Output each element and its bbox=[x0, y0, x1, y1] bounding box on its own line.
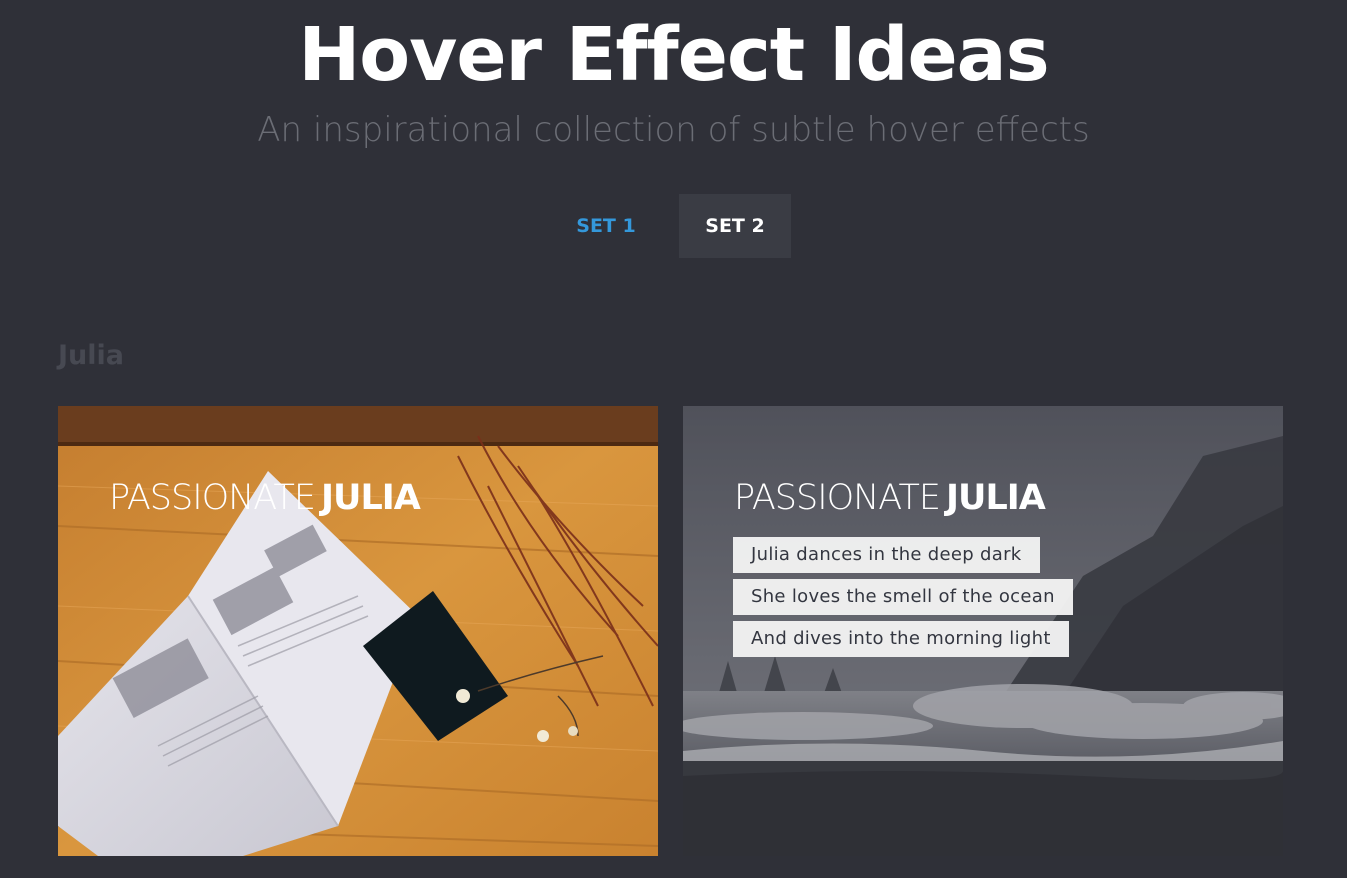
grid-item-julia-1[interactable]: PASSIONATE JULIA bbox=[58, 406, 658, 856]
page-subtitle: An inspirational collection of subtle ho… bbox=[257, 110, 1090, 150]
section-label: Julia bbox=[58, 340, 124, 371]
title-thin: PASSIONATE bbox=[109, 478, 316, 518]
title-bold: JULIA bbox=[946, 478, 1046, 518]
set-nav: SET 1 SET 2 bbox=[0, 194, 1347, 258]
caption-lines: Julia dances in the deep dark She loves … bbox=[733, 537, 1073, 663]
grid-item-title: PASSIONATE JULIA bbox=[734, 476, 1046, 520]
title-thin: PASSIONATE bbox=[734, 478, 941, 518]
set-2-link-current[interactable]: SET 2 bbox=[679, 194, 791, 258]
book-table-image bbox=[58, 406, 658, 856]
caption-line-1: Julia dances in the deep dark bbox=[733, 537, 1040, 573]
page: Hover Effect Ideas An inspirational coll… bbox=[0, 0, 1347, 878]
grid-item-julia-2[interactable]: PASSIONATE JULIA Julia dances in the deep… bbox=[683, 406, 1283, 856]
caption-line-2: She loves the smell of the ocean bbox=[733, 579, 1073, 615]
title-bold: JULIA bbox=[321, 478, 421, 518]
page-title: Hover Effect Ideas bbox=[298, 12, 1049, 98]
grid-item-title: PASSIONATE JULIA bbox=[109, 476, 421, 520]
set-1-link[interactable]: SET 1 bbox=[556, 194, 656, 258]
caption-line-3: And dives into the morning light bbox=[733, 621, 1069, 657]
